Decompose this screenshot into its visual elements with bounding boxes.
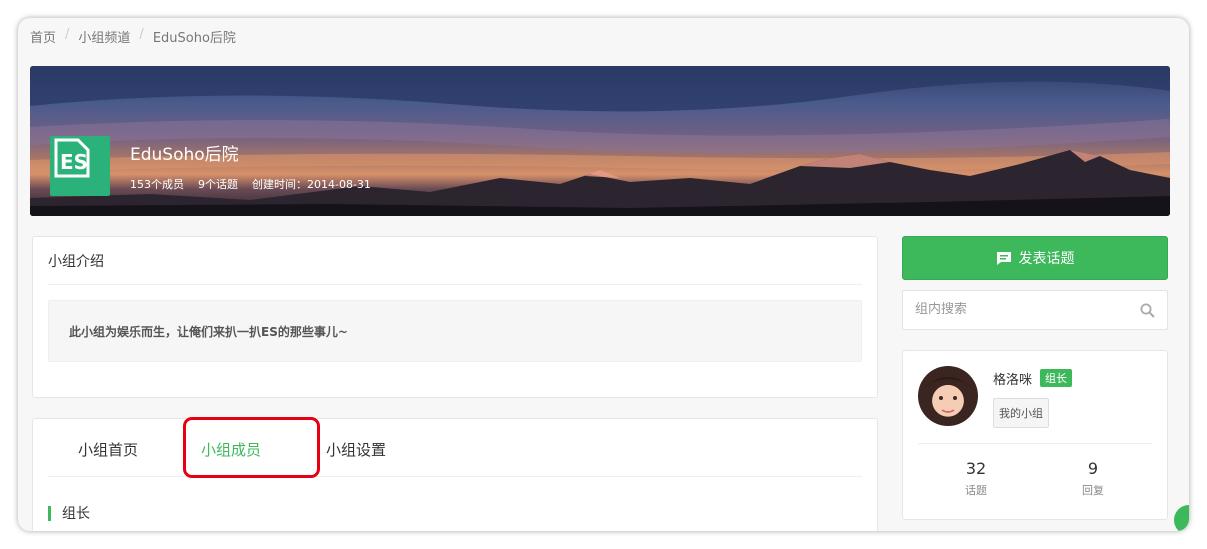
avatar[interactable] — [918, 366, 978, 426]
tab-group-home[interactable]: 小组首页 — [78, 439, 138, 460]
section-title: 组长 — [62, 506, 90, 522]
replies-label: 回复 — [1082, 484, 1104, 497]
chat-bubble-icon — [996, 251, 1011, 265]
owner-badge: 组长 — [1040, 369, 1072, 387]
post-topic-label: 发表话题 — [1018, 250, 1075, 266]
group-name: EduSoho后院 — [130, 145, 239, 165]
replies-count: 9 — [1087, 459, 1099, 478]
owner-name[interactable]: 格洛咪 — [993, 369, 1032, 388]
my-group-button[interactable]: 我的小组 — [993, 398, 1049, 428]
floating-action-icon[interactable] — [1174, 505, 1189, 531]
intro-text-box: 此小组为娱乐而生，让俺们来扒一扒ES的那些事儿~ — [48, 300, 862, 362]
breadcrumb-current-group: EduSoho后院 — [152, 31, 236, 46]
breadcrumb-separator: / — [65, 27, 70, 42]
breadcrumb-separator: / — [139, 27, 144, 42]
group-banner: ES EduSoho后院 153个成员 9个话题 创建时间：2014-08-31 — [30, 66, 1170, 216]
group-search-box — [902, 290, 1168, 330]
topics-count: 32 — [965, 459, 987, 478]
breadcrumb: 首页 / 小组频道 / EduSoho后院 — [30, 27, 236, 46]
breadcrumb-home[interactable]: 首页 — [30, 27, 56, 46]
group-intro-panel: 小组介绍 此小组为娱乐而生，让俺们来扒一扒ES的那些事儿~ — [32, 236, 878, 398]
group-tabs-panel: 小组首页 小组成员 小组设置 组长 — [32, 417, 878, 531]
es-logo-icon: ES — [54, 138, 90, 178]
post-topic-button[interactable]: 发表话题 — [902, 236, 1168, 280]
magnifier-icon[interactable] — [1140, 303, 1155, 318]
page-frame: 首页 / 小组频道 / EduSoho后院 ES EduSoho后院 153个成… — [18, 18, 1189, 531]
intro-text: 此小组为娱乐而生，让俺们来扒一扒ES的那些事儿~ — [69, 325, 348, 339]
group-logo: ES — [50, 136, 110, 196]
breadcrumb-group-channel[interactable]: 小组频道 — [78, 27, 130, 46]
group-search-input[interactable] — [915, 302, 1125, 317]
tab-bar: 小组首页 小组成员 小组设置 — [48, 417, 862, 478]
divider — [48, 284, 862, 285]
topic-count: 9个话题 — [198, 178, 238, 191]
avatar-image — [924, 377, 972, 413]
highlight-box — [183, 417, 320, 478]
topics-label: 话题 — [965, 484, 987, 497]
divider — [918, 443, 1152, 444]
topics-stat: 32 话题 — [936, 459, 1016, 498]
replies-stat: 9 回复 — [1053, 459, 1133, 498]
accent-bar — [48, 505, 51, 521]
tab-group-settings[interactable]: 小组设置 — [326, 439, 386, 460]
member-count: 153个成员 — [130, 178, 184, 191]
intro-title: 小组介绍 — [48, 254, 104, 270]
owner-card: 格洛咪 组长 我的小组 32 话题 9 回复 — [902, 350, 1168, 520]
created-date: 创建时间：2014-08-31 — [252, 178, 371, 191]
group-stats: 153个成员 9个话题 创建时间：2014-08-31 — [130, 176, 371, 192]
logo-text: ES — [60, 150, 88, 174]
owner-section-heading: 组长 — [48, 503, 90, 523]
